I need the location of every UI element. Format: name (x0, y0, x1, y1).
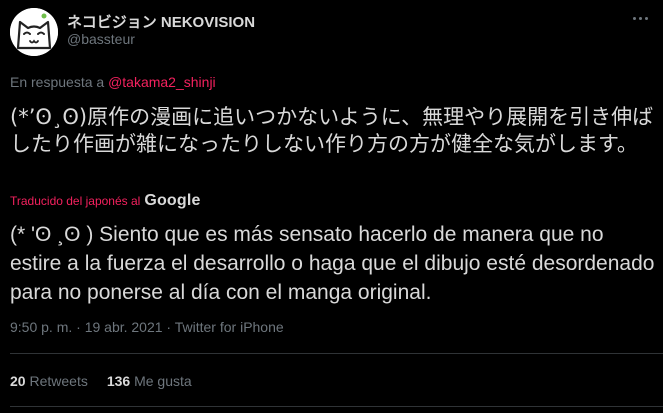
reply-context: En respuesta a @takama2_shinji (10, 74, 216, 90)
avatar[interactable] (10, 8, 58, 56)
translation-attribution: Traducido del japonés al Google (10, 192, 201, 210)
divider (10, 353, 663, 354)
tweet-original-text: (*’ʘ¸ʘ)原作の漫画に追いつかないように、無理やり展開を引き伸ばしたり作画が… (10, 105, 654, 156)
retweets-count: 20 (10, 373, 26, 389)
dot (644, 16, 648, 20)
author-display-name[interactable]: ネコビジョン NEKOVISION (67, 11, 255, 32)
likes-count: 136 (106, 373, 131, 389)
author-handle[interactable]: @bassteur (67, 31, 135, 47)
more-options-icon[interactable] (628, 8, 652, 28)
likes-label: Me gusta (134, 373, 192, 389)
reply-prefix: En respuesta a (10, 74, 105, 90)
retweets-label: Retweets (29, 373, 88, 389)
retweets-stat[interactable]: 20 Retweets (10, 373, 88, 389)
dot (638, 16, 642, 20)
tweet-timestamp[interactable]: 9:50 p. m. · 19 abr. 2021 · Twitter for … (10, 319, 284, 335)
likes-stat[interactable]: 136 Me gusta (107, 373, 192, 389)
tweet-translated-text: (* 'ʘ ¸ʘ ) Siento que es más sensato hac… (10, 223, 655, 304)
reply-mention-link[interactable]: @takama2_shinji (108, 74, 216, 90)
engagement-stats: 20 Retweets 136 Me gusta (10, 373, 211, 389)
divider (10, 406, 663, 407)
google-logo[interactable]: Google (144, 192, 200, 210)
translation-label: Traducido del japonés al (10, 194, 141, 208)
dot (632, 16, 636, 20)
cat-face-avatar-icon (10, 8, 58, 56)
